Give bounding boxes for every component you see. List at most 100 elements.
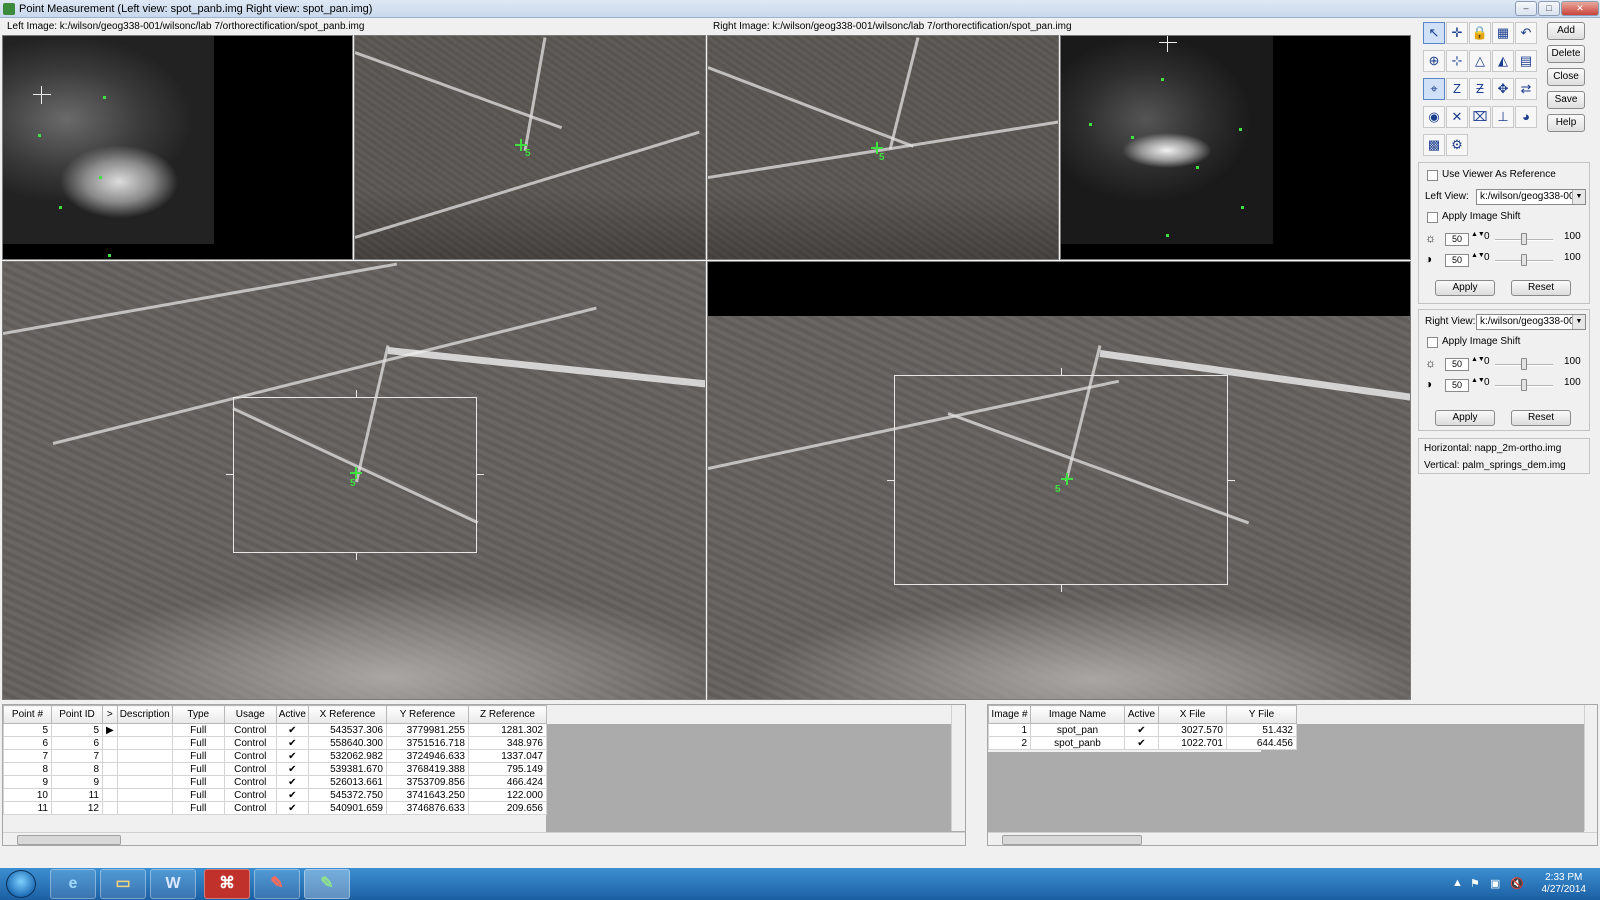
column-header[interactable]: Usage	[223, 705, 277, 724]
table-cell[interactable]: 3746876.633	[385, 801, 469, 815]
show-hidden-icons-icon[interactable]: ▲	[1452, 877, 1463, 889]
left-brightness-input[interactable]: 50	[1445, 233, 1469, 246]
create-point-icon[interactable]: ⊹	[1446, 50, 1468, 72]
table-cell[interactable]: Full	[171, 736, 225, 750]
table-cell[interactable]	[116, 801, 173, 815]
table-cell[interactable]: spot_pan	[1030, 723, 1125, 737]
table-cell[interactable]	[102, 749, 118, 763]
table-cell[interactable]	[116, 736, 173, 750]
column-header[interactable]: Point #	[3, 705, 52, 724]
help-button[interactable]: Help	[1547, 114, 1585, 132]
table-cell[interactable]: 3751516.718	[385, 736, 469, 750]
delete-point-icon[interactable]: ✕	[1446, 106, 1468, 128]
z-icon[interactable]: Z	[1446, 78, 1468, 100]
left-reset-button[interactable]: Reset	[1511, 280, 1571, 296]
table-cell[interactable]: 11	[51, 788, 103, 802]
ie-icon[interactable]: e	[50, 869, 96, 899]
word-icon[interactable]: W	[150, 869, 196, 899]
table-cell[interactable]	[102, 788, 118, 802]
points-horizontal-scrollbar[interactable]	[3, 832, 965, 845]
clock[interactable]: 2:33 PM 4/27/2014	[1542, 872, 1587, 896]
table-row[interactable]: 2 spot_panb ✔ 1022.701 644.456	[988, 736, 1297, 750]
table-cell[interactable]: 545372.750	[307, 788, 387, 802]
right-reset-button[interactable]: Reset	[1511, 410, 1571, 426]
explorer-icon[interactable]: ▭	[100, 869, 146, 899]
table-cell[interactable]: 5	[51, 723, 103, 737]
table-cell[interactable]: 3768419.388	[385, 762, 469, 776]
table-cell[interactable]: 5	[3, 723, 52, 737]
table-cell[interactable]	[116, 723, 173, 737]
table-cell[interactable]: 6	[51, 736, 103, 750]
delete-button[interactable]: Delete	[1547, 45, 1585, 63]
table-cell[interactable]: Full	[171, 723, 225, 737]
column-header[interactable]: >	[102, 705, 118, 724]
column-header[interactable]: Active	[1124, 705, 1159, 724]
right-apply-button[interactable]: Apply	[1435, 410, 1495, 426]
left-contrast-input[interactable]: 50	[1445, 254, 1469, 267]
drive-icon[interactable]: ⇄	[1515, 78, 1537, 100]
table-cell[interactable]: 209.656	[467, 801, 547, 815]
table-cell[interactable]: Full	[171, 775, 225, 789]
link-cursor-icon[interactable]: ⌖	[1423, 78, 1445, 100]
table-cell[interactable]: 10	[3, 788, 52, 802]
table-cell[interactable]: spot_panb	[1030, 736, 1125, 750]
table-cell[interactable]: 9	[51, 775, 103, 789]
column-header[interactable]: Image Name	[1030, 705, 1125, 724]
settings-icon[interactable]: ⚙	[1446, 134, 1468, 156]
table-cell[interactable]: Control	[223, 775, 277, 789]
table-cell[interactable]	[102, 736, 118, 750]
column-header[interactable]: Point ID	[51, 705, 103, 724]
table-cell[interactable]: Full	[171, 801, 225, 815]
select-icon[interactable]: ↖	[1423, 22, 1445, 44]
table-cell[interactable]: 543537.306	[307, 723, 387, 737]
table-cell[interactable]: 3027.570	[1158, 723, 1227, 737]
column-header[interactable]: Type	[171, 705, 225, 724]
table-cell[interactable]: 9	[3, 775, 52, 789]
network-icon[interactable]: ▣	[1490, 877, 1500, 890]
column-header[interactable]: Description	[116, 705, 173, 724]
right-overview-viewer[interactable]	[1060, 35, 1411, 260]
table-cell[interactable]: ✔	[1124, 736, 1159, 750]
column-header[interactable]: X Reference	[307, 705, 387, 724]
table-cell[interactable]: 644.456	[1226, 736, 1297, 750]
table-row[interactable]: 8 8 Full Control ✔ 539381.670 3768419.388 795.1…	[3, 762, 547, 776]
left-apply-image-shift-checkbox[interactable]	[1427, 212, 1438, 223]
points-vertical-scrollbar[interactable]	[951, 705, 965, 831]
left-main-viewer[interactable]: 5	[2, 261, 706, 700]
table-row[interactable]: 9 9 Full Control ✔ 526013.661 3753709.856 466.4…	[3, 775, 547, 789]
table-cell[interactable]: 558640.300	[307, 736, 387, 750]
z-update-icon[interactable]: Ƶ	[1469, 78, 1491, 100]
table-cell[interactable]: Full	[171, 762, 225, 776]
table-cell[interactable]: 1281.302	[467, 723, 547, 737]
close-window-button[interactable]: ✕	[1561, 1, 1599, 16]
table-row[interactable]: 11 12 Full Control ✔ 540901.659 3746876.633 209…	[3, 801, 547, 815]
table-cell[interactable]	[116, 788, 173, 802]
slider-thumb[interactable]	[1521, 233, 1527, 245]
grid-icon[interactable]: ▩	[1423, 134, 1445, 156]
table-cell[interactable]: Control	[223, 749, 277, 763]
table-cell[interactable]: Control	[223, 788, 277, 802]
right-apply-image-shift-checkbox[interactable]	[1427, 337, 1438, 348]
table-cell[interactable]: ✔	[275, 723, 309, 737]
right-brightness-input[interactable]: 50	[1445, 358, 1469, 371]
table-cell[interactable]: ✔	[275, 749, 309, 763]
table-cell[interactable]: Control	[223, 762, 277, 776]
viewer-crosshair[interactable]	[33, 86, 51, 104]
column-header[interactable]: X File	[1158, 705, 1227, 724]
table-cell[interactable]: 795.149	[467, 762, 547, 776]
table-cell[interactable]: 3724946.633	[385, 749, 469, 763]
table-icon[interactable]: ▦	[1492, 22, 1514, 44]
table-cell[interactable]: 122.000	[467, 788, 547, 802]
column-header[interactable]: Image #	[988, 705, 1031, 724]
start-button[interactable]	[6, 870, 36, 898]
table-cell[interactable]	[116, 749, 173, 763]
table-cell[interactable]: 6	[3, 736, 52, 750]
table-cell[interactable]: 526013.661	[307, 775, 387, 789]
column-header[interactable]: Z Reference	[467, 705, 547, 724]
zoom-in-icon[interactable]: ⊕	[1423, 50, 1445, 72]
compute-icon[interactable]: ◭	[1492, 50, 1514, 72]
table-cell[interactable]: 8	[3, 762, 52, 776]
lock-icon[interactable]: 🔒	[1469, 22, 1491, 44]
table-cell[interactable]: Control	[223, 736, 277, 750]
add-button[interactable]: Add	[1547, 22, 1585, 40]
